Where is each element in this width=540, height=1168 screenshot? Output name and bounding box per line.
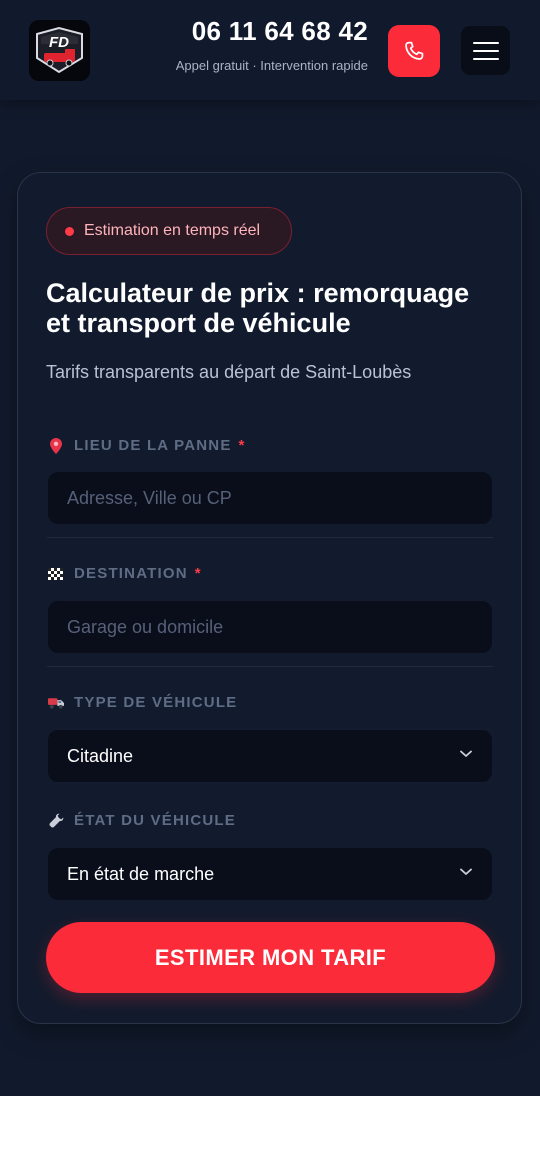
vehicle-type-label: TYPE DE VÉHICULE	[48, 694, 237, 711]
estimate-price-button[interactable]: ESTIMER MON TARIF	[46, 922, 495, 993]
destination-label: DESTINATION *	[48, 565, 202, 582]
breakdown-location-placeholder: Adresse, Ville ou CP	[67, 487, 232, 508]
field-divider	[47, 666, 493, 667]
calculator-title: Calculateur de prix : remorquage et tran…	[46, 278, 470, 338]
vehicle-state-label: ÉTAT DU VÉHICULE	[48, 812, 236, 829]
realtime-estimate-badge: Estimation en temps réel	[46, 207, 292, 255]
wrench-icon	[48, 813, 64, 829]
badge-label: Estimation en temps réel	[84, 222, 261, 239]
fd-logo-icon: FD	[29, 20, 90, 81]
calculator-subtitle: Tarifs transparents au départ de Saint-L…	[46, 362, 412, 382]
vehicle-state-selected: En état de marche	[67, 863, 215, 884]
hamburger-menu-icon	[472, 41, 499, 60]
chevron-down-icon	[460, 750, 472, 757]
destination-input[interactable]: Garage ou domicile	[47, 600, 493, 654]
vehicle-state-label-text: ÉTAT DU VÉHICULE	[74, 812, 236, 829]
phone-icon	[405, 41, 424, 60]
breakdown-location-label: LIEU DE LA PANNE *	[48, 437, 246, 454]
page-background: FD 06 11 64 68 42 Appel gratuit · Interv…	[0, 0, 540, 1096]
brand-logo[interactable]: FD	[29, 20, 90, 81]
checkered-flag-icon	[48, 566, 64, 582]
destination-label-text: DESTINATION	[74, 565, 188, 582]
chevron-down-icon	[460, 868, 472, 875]
vehicle-type-selected: Citadine	[67, 745, 134, 766]
top-header: FD 06 11 64 68 42 Appel gratuit · Interv…	[0, 0, 540, 100]
menu-button[interactable]	[461, 26, 510, 75]
vehicle-type-select[interactable]: Citadine	[47, 729, 493, 783]
svg-text:FD: FD	[49, 34, 69, 51]
truck-icon	[48, 695, 64, 711]
breakdown-location-label-text: LIEU DE LA PANNE	[74, 437, 232, 454]
required-marker: *	[194, 565, 202, 582]
required-marker: *	[238, 437, 246, 454]
vehicle-state-select[interactable]: En état de marche	[47, 847, 493, 901]
call-button[interactable]	[388, 25, 440, 77]
field-divider	[47, 537, 493, 538]
phone-subtitle: Appel gratuit · Intervention rapide	[175, 58, 368, 73]
map-pin-icon	[48, 437, 64, 454]
breakdown-location-input[interactable]: Adresse, Ville ou CP	[47, 471, 493, 525]
destination-placeholder: Garage ou domicile	[67, 616, 224, 637]
status-dot	[65, 226, 74, 236]
price-calculator-card: Estimation en temps réel Calculateur de …	[17, 172, 522, 1024]
phone-number[interactable]: 06 11 64 68 42	[192, 16, 368, 47]
estimate-price-button-label: ESTIMER MON TARIF	[154, 944, 387, 970]
vehicle-type-label-text: TYPE DE VÉHICULE	[74, 694, 238, 711]
